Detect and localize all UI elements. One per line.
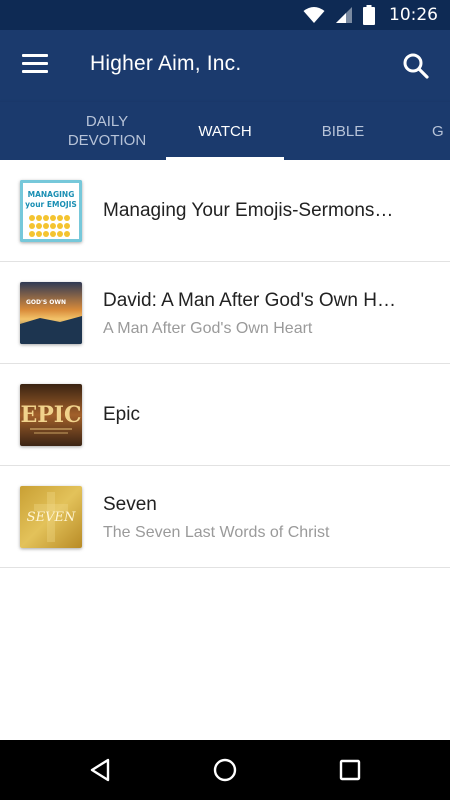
menu-icon[interactable] — [22, 54, 48, 78]
list-item[interactable]: EPIC Epic — [0, 364, 450, 466]
home-icon[interactable] — [211, 756, 239, 784]
system-nav-bar — [0, 740, 450, 800]
tab-watch[interactable]: WATCH — [166, 102, 284, 160]
cell-signal-icon — [336, 7, 352, 23]
list-item[interactable]: GOD'S OWN David: A Man After God's Own H… — [0, 262, 450, 364]
thumbnail: GOD'S OWN — [20, 282, 82, 344]
list-item-title: David: A Man After God's Own H… — [103, 290, 396, 311]
thumbnail: EPIC — [20, 384, 82, 446]
svg-text:SEVEN: SEVEN — [27, 510, 76, 525]
sermon-list: MANAGING your EMOJIS Managing Your Emoji… — [0, 160, 450, 568]
svg-text:your EMOJIS: your EMOJIS — [25, 200, 77, 209]
thumbnail: SEVEN — [20, 486, 82, 548]
tab-next[interactable]: G — [432, 102, 450, 160]
tab-bar: E DAILY DEVOTION WATCH BIBLE G — [0, 102, 450, 160]
list-item-subtitle: The Seven Last Words of Christ — [103, 524, 330, 541]
status-bar: 10:26 — [0, 0, 450, 30]
tab-daily-devotion-label: DAILY DEVOTION — [67, 113, 147, 149]
battery-icon — [363, 5, 375, 25]
svg-text:EPIC: EPIC — [20, 402, 81, 428]
list-item-title: Managing Your Emojis-Sermons… — [103, 200, 394, 221]
thumbnail: MANAGING your EMOJIS — [20, 180, 82, 242]
recents-icon[interactable] — [336, 756, 364, 784]
list-item[interactable]: SEVEN Seven The Seven Last Words of Chri… — [0, 466, 450, 568]
search-icon[interactable] — [402, 52, 430, 80]
tab-bible[interactable]: BIBLE — [284, 102, 402, 160]
list-item-subtitle: A Man After God's Own Heart — [103, 320, 313, 337]
app-bar: Higher Aim, Inc. — [0, 30, 450, 102]
page-title: Higher Aim, Inc. — [90, 52, 242, 75]
list-item-title: Seven — [103, 494, 157, 515]
list-item[interactable]: MANAGING your EMOJIS Managing Your Emoji… — [0, 160, 450, 262]
list-item-title: Epic — [103, 404, 140, 425]
status-time: 10:26 — [389, 5, 438, 25]
tab-home[interactable]: E — [0, 102, 18, 160]
back-icon[interactable] — [86, 756, 114, 784]
tab-daily-devotion[interactable]: DAILY DEVOTION — [48, 102, 166, 160]
wifi-icon — [303, 7, 325, 23]
svg-text:MANAGING: MANAGING — [28, 190, 75, 199]
svg-text:GOD'S OWN: GOD'S OWN — [26, 299, 66, 306]
